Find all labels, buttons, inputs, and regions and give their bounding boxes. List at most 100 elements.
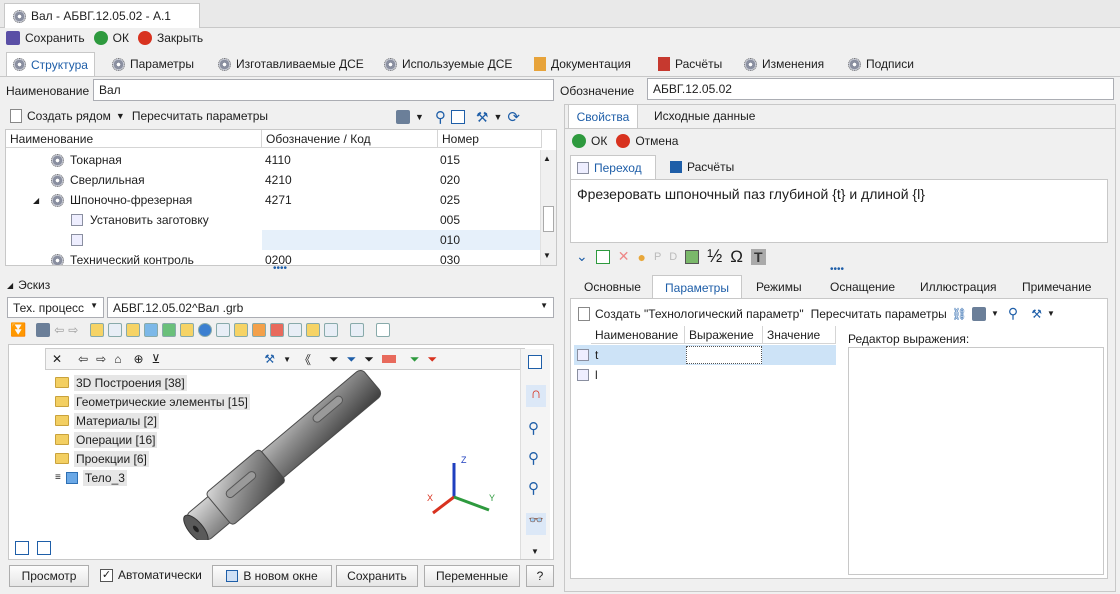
file-select[interactable]: АБВГ.12.05.02^Вал .grb ▼ [107, 297, 554, 318]
collapse-icon[interactable]: 《 [299, 351, 311, 368]
expand-all-icon[interactable]: ⏬ [10, 322, 26, 338]
recalc-button[interactable]: Пересчитать параметры [132, 109, 268, 123]
tab-source-data[interactable]: Исходные данные [648, 104, 761, 128]
calculator-icon[interactable] [376, 323, 391, 337]
tab-documentation[interactable]: Документация [528, 52, 637, 76]
back-icon[interactable]: ⇦ [54, 323, 64, 337]
chevron-down-icon[interactable]: ▼ [1047, 309, 1055, 318]
tab-params[interactable]: Параметры [652, 275, 742, 299]
column-header-expression[interactable]: Выражение [685, 326, 763, 344]
close-icon[interactable]: ✕ [52, 352, 62, 366]
tab-equipment[interactable]: Оснащение [824, 275, 901, 299]
wrench-icon[interactable]: ⚒ [476, 109, 489, 126]
search-icon[interactable]: ⚲ [1008, 305, 1018, 322]
tree-item[interactable]: Операции [16] [55, 430, 158, 449]
tool-icon[interactable] [216, 323, 231, 337]
forward-icon[interactable]: ⇨ [96, 352, 106, 366]
tab-modes[interactable]: Режимы [750, 275, 808, 299]
expression-cell[interactable] [686, 346, 762, 364]
filter-icon[interactable]: ⏷ [364, 352, 374, 367]
tool-icon[interactable] [162, 323, 177, 337]
tool-icon[interactable] [350, 323, 365, 337]
target-icon[interactable]: ⊕ [133, 352, 143, 366]
tool-icon[interactable] [90, 323, 105, 337]
help-button[interactable]: ? [526, 565, 554, 587]
d-icon[interactable]: D [669, 251, 677, 263]
name-field[interactable]: Вал [93, 79, 554, 101]
tool-icon[interactable] [252, 323, 267, 337]
tool-icon[interactable] [306, 323, 321, 337]
variables-button[interactable]: Переменные [424, 565, 520, 587]
wrench-icon[interactable]: ⚒ [1031, 307, 1042, 321]
tool-icon[interactable] [180, 323, 195, 337]
tab-manufactured[interactable]: Изготавливаемые ДСЕ [212, 52, 370, 76]
tree-item[interactable]: 3D Построения [38] [55, 373, 187, 392]
text-style-icon[interactable]: T [750, 248, 766, 265]
filter-icon[interactable]: ⏷ [329, 352, 339, 367]
wrench-icon[interactable]: ⚒ [264, 352, 275, 366]
selected-cell[interactable] [262, 230, 542, 250]
tree-item[interactable]: Проекции [6] [55, 449, 149, 468]
table-row[interactable]: Установить заготовку 005 [6, 210, 542, 230]
zoom-window-icon[interactable]: ⚲ [528, 449, 539, 467]
forward-icon[interactable]: ⇨ [68, 323, 78, 337]
tab-calculations-sub[interactable]: Расчёты [664, 155, 740, 179]
tab-used[interactable]: Используемые ДСЕ [378, 52, 518, 76]
viewport-3d[interactable]: ✕ ⇦ ⇨ ⌂ ⊕ ⊻ ⚒ ▼ 《 ⏷ ⏷ ⏷ ⏷ ⏷ 3D Построени… [8, 344, 554, 560]
image-icon[interactable] [685, 249, 700, 264]
column-header-param-name[interactable]: Наименование [591, 326, 685, 344]
table-row[interactable]: ◢ Шпоночно-фрезерная 4271 025 [6, 190, 542, 210]
filter-check-icon[interactable]: ⏷ [410, 352, 420, 367]
sketch-save-button[interactable]: Сохранить [336, 565, 418, 587]
zoom-fit-icon[interactable]: ⚲ [528, 479, 539, 497]
column-header-number[interactable]: Номер [438, 130, 542, 148]
tool-icon[interactable] [126, 323, 141, 337]
back-icon[interactable]: ⇦ [78, 352, 88, 366]
dropdown-box-icon[interactable]: ⊻ [152, 352, 161, 366]
view-icon[interactable] [450, 110, 465, 124]
tab-transition[interactable]: Переход [570, 155, 656, 179]
tool-icon[interactable] [198, 323, 213, 337]
checkbox-checked-icon[interactable]: ✓ [100, 568, 113, 582]
designation-field[interactable]: АБВГ.12.05.02 [647, 78, 1114, 100]
tab-properties[interactable]: Свойства [568, 104, 638, 128]
expression-editor[interactable] [848, 347, 1104, 575]
table-row[interactable]: Сверлильная 4210 020 [6, 170, 542, 190]
process-select[interactable]: Тех. процесс ▼ [7, 297, 104, 318]
chevron-down-icon[interactable]: ⌄ [576, 248, 588, 265]
preview-button[interactable]: Просмотр [9, 565, 89, 587]
recalc-params-button[interactable]: Пересчитать параметры [811, 307, 947, 321]
search-icon[interactable]: ⚲ [435, 108, 446, 126]
magnet-icon[interactable]: ∩ [526, 385, 546, 407]
refresh-icon[interactable]: ⟳ [507, 108, 520, 126]
tab-changes[interactable]: Изменения [738, 52, 830, 76]
save-button[interactable]: Сохранить [6, 31, 85, 45]
p-icon[interactable]: P [654, 251, 661, 263]
transition-text-editor[interactable]: Фрезеровать шпоночный паз глубиной {t} и… [570, 179, 1108, 243]
fraction-icon[interactable]: ½ [707, 246, 722, 267]
tool-icon[interactable] [234, 323, 249, 337]
tool-icon[interactable] [324, 323, 339, 337]
splitter-dots[interactable]: •••• [830, 264, 844, 275]
tool-icon[interactable] [270, 323, 285, 337]
chevron-down-icon[interactable]: ▼ [415, 112, 424, 122]
table-icon[interactable] [595, 249, 610, 264]
document-tab[interactable]: Вал - АБВГ.12.05.02 - А.1 [4, 3, 200, 28]
tab-main[interactable]: Основные [578, 275, 647, 299]
tree-item[interactable]: Материалы [2] [55, 411, 159, 430]
print-icon[interactable] [972, 306, 986, 321]
tool-icon[interactable] [288, 323, 303, 337]
tab-illustration[interactable]: Иллюстрация [914, 275, 1003, 299]
delete-icon[interactable]: ✕ [618, 248, 630, 265]
right-ok-button[interactable]: ОК [572, 134, 607, 148]
zoom-icon[interactable]: ⚲ [528, 419, 539, 437]
tree-item[interactable]: ≡ Тело_3 [55, 468, 127, 487]
panel-left-icon[interactable] [15, 541, 29, 555]
chevron-down-icon[interactable]: ▼ [283, 355, 291, 364]
right-cancel-button[interactable]: Отмена [616, 134, 678, 148]
splitter-dots[interactable]: •••• [273, 263, 287, 274]
filter-remove-icon[interactable]: ⏷ [427, 352, 437, 367]
color-icon[interactable] [381, 355, 396, 363]
param-row[interactable]: l [574, 365, 836, 385]
tab-parameters[interactable]: Параметры [106, 52, 200, 76]
